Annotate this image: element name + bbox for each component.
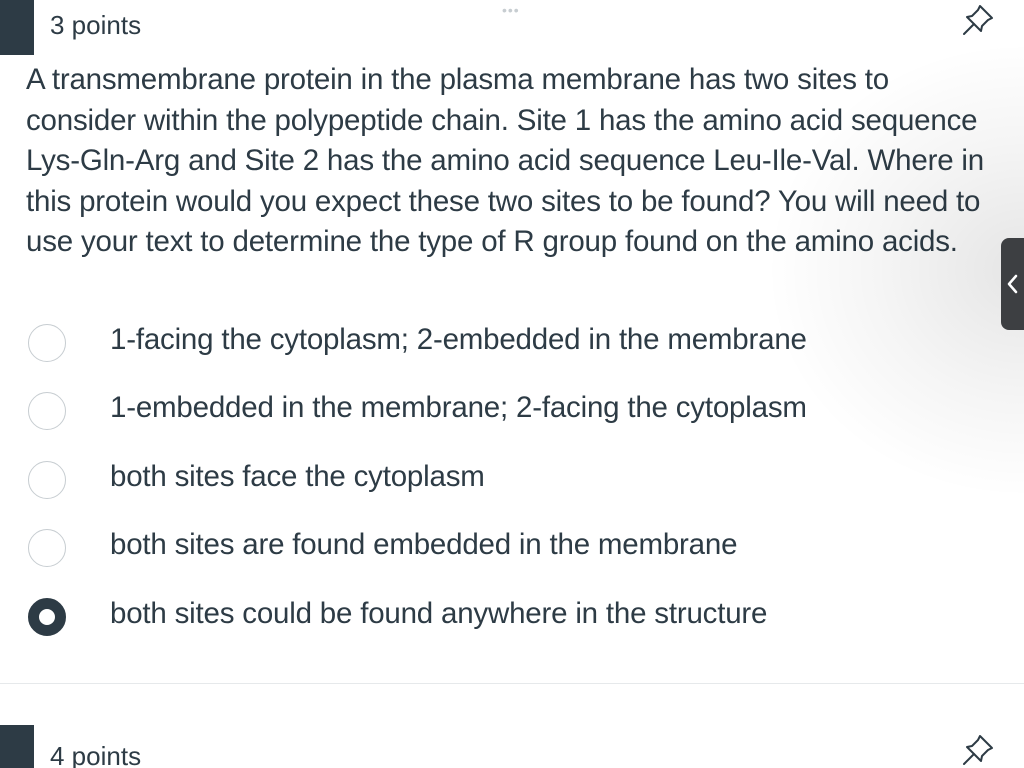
radio-button-selected[interactable]: [28, 598, 66, 636]
chevron-left-icon: [1007, 274, 1018, 294]
quiz-page: ••• 3 points A transmembrane protein in …: [0, 0, 1024, 768]
answer-option-3[interactable]: both sites face the cytoplasm: [0, 453, 1000, 513]
pin-icon[interactable]: [958, 0, 998, 40]
pin-icon[interactable]: [958, 730, 998, 768]
drawer-toggle-button[interactable]: [1001, 238, 1024, 330]
radio-button[interactable]: [28, 529, 66, 567]
question-1-marker: [0, 0, 34, 55]
question-2-points: 4 points: [50, 741, 142, 768]
question-divider: [0, 683, 1024, 684]
answer-label[interactable]: both sites could be found anywhere in th…: [110, 597, 767, 631]
question-1-points: 3 points: [50, 10, 142, 40]
answer-option-2[interactable]: 1-embedded in the membrane; 2-facing the…: [0, 384, 1000, 444]
answer-option-5[interactable]: both sites could be found anywhere in th…: [0, 590, 1000, 650]
radio-button[interactable]: [28, 461, 66, 499]
radio-button[interactable]: [28, 392, 66, 430]
radio-button[interactable]: [28, 324, 66, 362]
answer-label[interactable]: 1-embedded in the membrane; 2-facing the…: [110, 391, 807, 425]
top-drag-indicator: •••: [502, 2, 520, 18]
answer-label[interactable]: 1-facing the cytoplasm; 2-embedded in th…: [110, 323, 807, 357]
question-2-marker: [0, 725, 34, 768]
answer-label[interactable]: both sites are found embedded in the mem…: [110, 528, 737, 562]
answer-option-1[interactable]: 1-facing the cytoplasm; 2-embedded in th…: [0, 316, 1000, 376]
question-1-text: A transmembrane protein in the plasma me…: [26, 63, 984, 258]
answer-option-4[interactable]: both sites are found embedded in the mem…: [0, 521, 1000, 581]
answer-label[interactable]: both sites face the cytoplasm: [110, 460, 485, 494]
